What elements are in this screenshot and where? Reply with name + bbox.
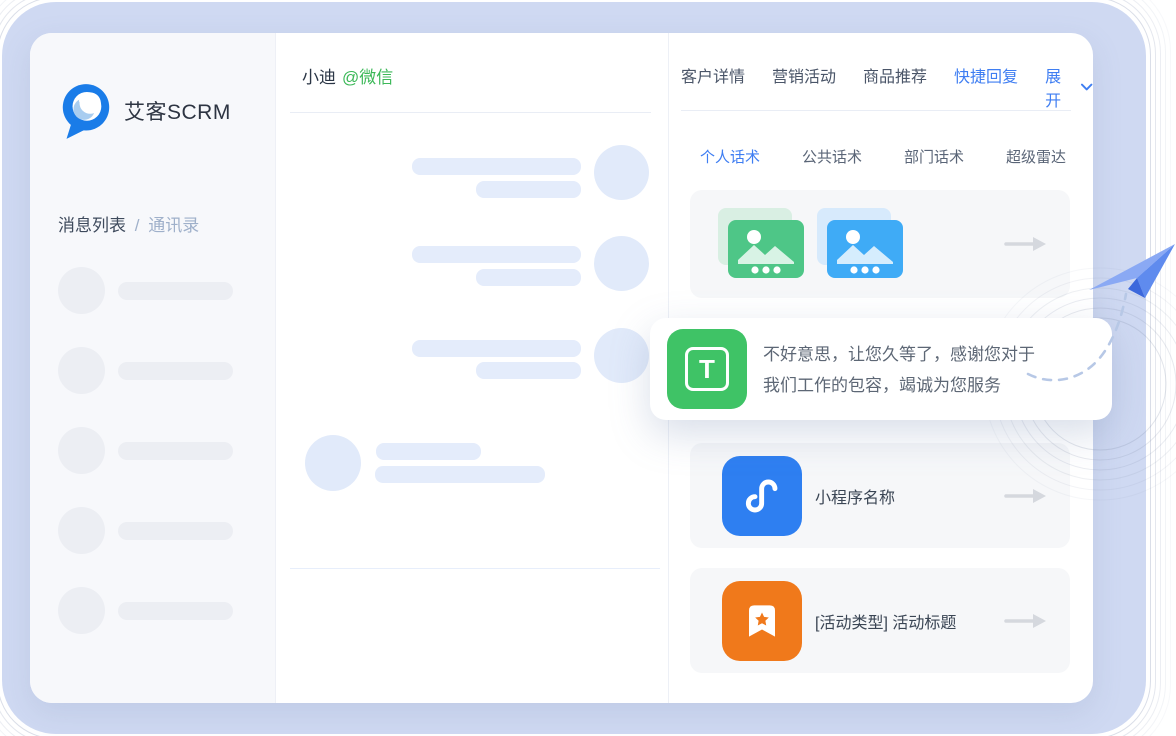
subtab-bar: 个人话术 公共话术 部门话术 超级雷达 bbox=[700, 146, 1066, 167]
miniprogram-icon bbox=[722, 456, 802, 536]
chat-contact-name: 小迪 bbox=[302, 68, 336, 87]
message-line-placeholder bbox=[412, 246, 581, 263]
chat-header-divider bbox=[290, 112, 651, 113]
expand-control[interactable]: 展开 bbox=[1045, 63, 1093, 111]
tab-marketing[interactable]: 营销活动 bbox=[772, 63, 836, 111]
text-placeholder bbox=[118, 442, 233, 460]
chevron-down-icon bbox=[1080, 82, 1093, 92]
brand-name: 艾客SCRM bbox=[124, 96, 231, 126]
sidebar: 艾客SCRM 消息列表 / 通讯录 bbox=[30, 33, 276, 703]
expand-label: 展开 bbox=[1045, 63, 1076, 111]
conversation-list-item[interactable] bbox=[30, 427, 276, 475]
message-line-placeholder bbox=[376, 443, 481, 460]
message-avatar-placeholder bbox=[594, 328, 649, 383]
quick-reply-card-images[interactable] bbox=[690, 190, 1070, 298]
miniprogram-title: 小程序名称 bbox=[815, 484, 895, 508]
avatar-placeholder bbox=[58, 587, 105, 634]
activity-title: [活动类型] 活动标题 bbox=[815, 609, 956, 633]
image-icon bbox=[728, 220, 804, 278]
sidebar-tab-bar: 消息列表 / 通讯录 bbox=[58, 211, 199, 236]
arrow-right-icon[interactable] bbox=[1004, 486, 1048, 506]
arrow-right-icon[interactable] bbox=[1004, 234, 1048, 254]
avatar-placeholder bbox=[58, 347, 105, 394]
sidebar-tab-contacts[interactable]: 通讯录 bbox=[148, 216, 199, 235]
subtab-super-radar[interactable]: 超级雷达 bbox=[1006, 146, 1066, 167]
chat-panel: 小迪 @微信 bbox=[276, 33, 668, 703]
brand-logo-icon bbox=[60, 81, 112, 141]
conversation-list-item[interactable] bbox=[30, 587, 276, 635]
avatar-placeholder bbox=[58, 507, 105, 554]
message-line-placeholder bbox=[412, 340, 581, 357]
sidebar-tab-separator: / bbox=[135, 216, 140, 235]
tab-products[interactable]: 商品推荐 bbox=[863, 63, 927, 111]
avatar-placeholder bbox=[58, 267, 105, 314]
tab-customer-detail[interactable]: 客户详情 bbox=[681, 63, 745, 111]
chat-input-divider bbox=[290, 568, 660, 569]
text-placeholder bbox=[118, 602, 233, 620]
activity-bookmark-icon bbox=[722, 581, 802, 661]
tab-quick-reply[interactable]: 快捷回复 bbox=[954, 63, 1018, 111]
message-line-placeholder bbox=[476, 362, 581, 379]
quick-reply-line1: 不好意思，让您久等了，感谢您对于 bbox=[763, 339, 1035, 370]
quick-reply-preview-card[interactable]: T 不好意思，让您久等了，感谢您对于 我们工作的包容，竭诚为您服务 bbox=[650, 318, 1112, 420]
conversation-list-item[interactable] bbox=[30, 507, 276, 555]
quick-reply-card-miniprogram[interactable]: 小程序名称 bbox=[690, 443, 1070, 548]
message-avatar-placeholder bbox=[594, 145, 649, 200]
text-snippet-letter: T bbox=[685, 347, 729, 391]
tab-divider bbox=[681, 110, 1071, 111]
text-placeholder bbox=[118, 362, 233, 380]
subtab-department-scripts[interactable]: 部门话术 bbox=[904, 146, 964, 167]
avatar-placeholder bbox=[58, 427, 105, 474]
message-line-placeholder bbox=[476, 181, 581, 198]
subtab-public-scripts[interactable]: 公共话术 bbox=[802, 146, 862, 167]
conversation-list-item[interactable] bbox=[30, 267, 276, 315]
image-icon bbox=[827, 220, 903, 278]
quick-reply-line2: 我们工作的包容，竭诚为您服务 bbox=[763, 370, 1035, 401]
brand-logo: 艾客SCRM bbox=[60, 81, 231, 141]
app-window: 艾客SCRM 消息列表 / 通讯录 bbox=[0, 0, 1176, 736]
chat-header: 小迪 @微信 bbox=[302, 63, 393, 88]
message-line-placeholder bbox=[476, 269, 581, 286]
chat-channel-badge: @微信 bbox=[342, 68, 393, 87]
message-line-placeholder bbox=[412, 158, 581, 175]
text-placeholder bbox=[118, 282, 233, 300]
conversation-list-item[interactable] bbox=[30, 347, 276, 395]
image-thumb-blue bbox=[817, 208, 903, 280]
image-thumb-green bbox=[718, 208, 804, 280]
message-line-placeholder bbox=[375, 466, 545, 483]
text-snippet-icon: T bbox=[667, 329, 747, 409]
subtab-personal-scripts[interactable]: 个人话术 bbox=[700, 146, 760, 167]
sidebar-tab-messages[interactable]: 消息列表 bbox=[58, 216, 126, 235]
quick-reply-text: 不好意思，让您久等了，感谢您对于 我们工作的包容，竭诚为您服务 bbox=[763, 339, 1035, 401]
text-placeholder bbox=[118, 522, 233, 540]
panel-tab-bar: 客户详情 营销活动 商品推荐 快捷回复 展开 bbox=[681, 63, 1093, 111]
quick-reply-card-activity[interactable]: [活动类型] 活动标题 bbox=[690, 568, 1070, 673]
message-avatar-placeholder bbox=[594, 236, 649, 291]
arrow-right-icon[interactable] bbox=[1004, 611, 1048, 631]
message-avatar-placeholder bbox=[305, 435, 361, 491]
